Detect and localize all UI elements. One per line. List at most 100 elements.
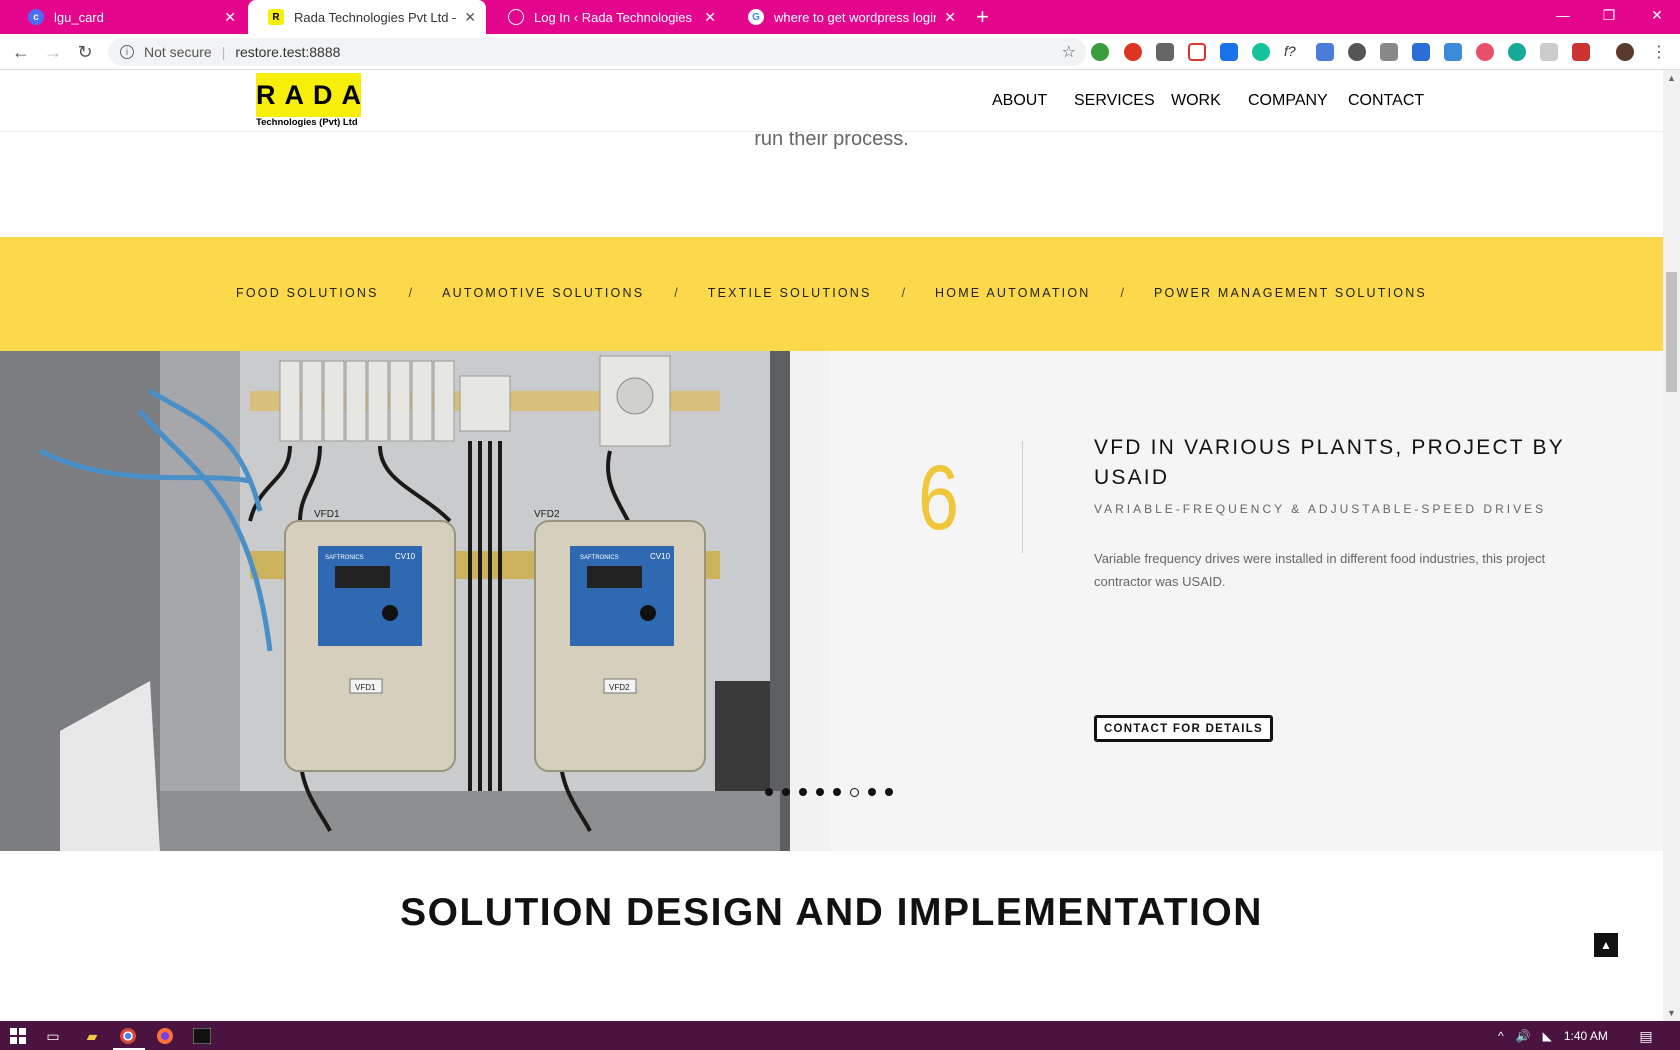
eyedropper-icon[interactable] (1380, 43, 1398, 61)
contact-for-details-button[interactable]: CONTACT FOR DETAILS (1094, 715, 1273, 742)
url-text[interactable]: restore.test:8888 (235, 44, 340, 60)
slider-dot[interactable] (816, 788, 824, 796)
scrollbar-thumb[interactable] (1666, 272, 1677, 392)
reload-button[interactable]: ↻ (74, 41, 96, 63)
vfd2-brand: SAFTRONICS (580, 555, 619, 561)
divider: | (221, 44, 226, 60)
page-scrollbar[interactable]: ▲ ▼ (1663, 70, 1680, 1021)
close-icon[interactable]: ✕ (224, 9, 236, 26)
font-finder-icon[interactable]: f? (1284, 43, 1302, 61)
adblock-icon[interactable] (1124, 43, 1142, 61)
scroll-down-arrow-icon[interactable]: ▼ (1667, 1008, 1676, 1018)
project-title: VFD IN VARIOUS PLANTS, PROJECT BY USAID (1094, 436, 1565, 489)
nav-services[interactable]: SERVICES (1074, 92, 1155, 110)
translate-icon[interactable] (1316, 43, 1334, 61)
minimize-button[interactable]: — (1540, 0, 1586, 30)
logo-subtitle: Technologies (Pvt) Ltd (256, 117, 358, 128)
menu-kebab-icon[interactable]: ⋮ (1648, 41, 1670, 63)
nav-contact[interactable]: CONTACT (1348, 92, 1424, 110)
clock[interactable]: 1:40 AM (1564, 1029, 1608, 1043)
window-resizer-icon[interactable] (1444, 43, 1462, 61)
close-icon[interactable]: ✕ (464, 9, 476, 26)
project-description: Variable frequency drives were installed… (1094, 551, 1546, 589)
gmail-icon[interactable] (1188, 43, 1206, 61)
site-header: RADA Technologies (Pvt) Ltd ABOUT SERVIC… (0, 70, 1663, 132)
avatar[interactable] (1616, 43, 1634, 61)
k-extension-icon[interactable] (1540, 43, 1558, 61)
earth-extension-icon[interactable] (1091, 43, 1109, 61)
vfd2-model: CV10 (650, 552, 671, 561)
solutions-nav: FOOD SOLUTIONS / AUTOMOTIVE SOLUTIONS / … (0, 286, 1663, 300)
slider-dot[interactable] (833, 788, 841, 796)
tab-google-search[interactable]: G where to get wordpress login pa ✕ (728, 0, 966, 34)
nav-work[interactable]: WORK (1171, 92, 1221, 110)
scroll-to-top-button[interactable]: ▲ (1594, 933, 1618, 957)
slider-dot[interactable] (868, 788, 876, 796)
slider-dot[interactable] (782, 788, 790, 796)
slider-dot[interactable] (799, 788, 807, 796)
close-window-button[interactable]: ✕ (1634, 0, 1680, 30)
vfd1-brand: SAFTRONICS (325, 555, 364, 561)
pocket-icon[interactable] (1412, 43, 1430, 61)
tab-title: Rada Technologies Pvt Ltd – Auto (294, 9, 456, 25)
m-extension-icon[interactable] (1508, 43, 1526, 61)
wordpress-icon (508, 9, 524, 25)
nav-company[interactable]: COMPANY (1248, 92, 1328, 110)
slider-dot[interactable] (885, 788, 893, 796)
slider-dot-active[interactable] (850, 787, 859, 797)
tab-lgu-card[interactable]: c lgu_card ✕ (8, 0, 246, 34)
separator: / (674, 286, 678, 300)
tab-strip: c lgu_card ✕ R Rada Technologies Pvt Ltd… (0, 0, 1680, 34)
tab-title: where to get wordpress login pa (774, 9, 936, 25)
project-number: 6 (918, 447, 959, 549)
logo-mark: RADA (256, 73, 361, 117)
tab-title: Log In ‹ Rada Technologies Pvt Lt (534, 9, 696, 25)
windows-start-icon[interactable] (8, 1026, 28, 1046)
nav-about[interactable]: ABOUT (992, 92, 1047, 110)
wordpress-ext-icon[interactable] (1348, 43, 1366, 61)
wifi-icon[interactable]: ◣ (1543, 1029, 1552, 1043)
solution-automotive[interactable]: AUTOMOTIVE SOLUTIONS (442, 286, 644, 300)
address-bar[interactable]: i Not secure | restore.test:8888 ☆ (108, 38, 1086, 66)
bookmark-star-icon[interactable]: ☆ (1062, 42, 1076, 62)
solution-food[interactable]: FOOD SOLUTIONS (236, 286, 379, 300)
slider-dot[interactable] (765, 788, 773, 796)
shield-extension-icon[interactable] (1156, 43, 1174, 61)
task-view-icon[interactable]: ▭ (43, 1026, 63, 1046)
divider (1022, 441, 1023, 553)
solution-home-automation[interactable]: HOME AUTOMATION (935, 286, 1090, 300)
forward-button[interactable]: → (42, 41, 64, 63)
chrome-icon[interactable] (118, 1026, 138, 1046)
calendar-icon[interactable] (1572, 43, 1590, 61)
ublock-icon[interactable] (1476, 43, 1494, 61)
back-button[interactable]: ← (10, 41, 32, 63)
chevron-up-icon[interactable]: ^ (1498, 1029, 1504, 1043)
separator: / (901, 286, 906, 300)
vfd2-tag: VFD2 (609, 683, 630, 692)
new-tab-button[interactable]: + (976, 6, 989, 28)
grammarly-icon[interactable] (1252, 43, 1270, 61)
page-viewport: RADA Technologies (Pvt) Ltd ABOUT SERVIC… (0, 70, 1663, 1021)
windows-taskbar: ▭ ▰ ^ 🔊 ◣ 1:40 AM ▤ (0, 1021, 1680, 1050)
r-icon: R (268, 9, 284, 25)
pushbullet-icon[interactable] (1220, 43, 1238, 61)
site-logo[interactable]: RADA Technologies (Pvt) Ltd (256, 73, 361, 128)
terminal-icon[interactable] (192, 1026, 212, 1046)
notification-icon[interactable]: ▤ (1636, 1026, 1656, 1046)
google-icon: G (748, 9, 764, 25)
close-icon[interactable]: ✕ (944, 9, 956, 26)
restore-button[interactable]: ❐ (1586, 0, 1632, 30)
solution-power-management[interactable]: POWER MANAGEMENT SOLUTIONS (1154, 286, 1427, 300)
firefox-icon[interactable] (155, 1026, 175, 1046)
project-subtitle: VARIABLE-FREQUENCY & ADJUSTABLE-SPEED DR… (1094, 502, 1547, 516)
tab-rada-technologies[interactable]: R Rada Technologies Pvt Ltd – Auto ✕ (248, 0, 486, 34)
tab-wp-login[interactable]: Log In ‹ Rada Technologies Pvt Lt ✕ (488, 0, 726, 34)
separator: / (1120, 286, 1124, 300)
scroll-up-arrow-icon[interactable]: ▲ (1667, 73, 1676, 83)
solution-textile[interactable]: TEXTILE SOLUTIONS (708, 286, 872, 300)
file-explorer-icon[interactable]: ▰ (82, 1026, 102, 1046)
solutions-bar: FOOD SOLUTIONS / AUTOMOTIVE SOLUTIONS / … (0, 237, 1663, 351)
volume-icon[interactable]: 🔊 (1516, 1029, 1531, 1043)
info-icon[interactable]: i (120, 45, 134, 59)
close-icon[interactable]: ✕ (704, 9, 716, 26)
